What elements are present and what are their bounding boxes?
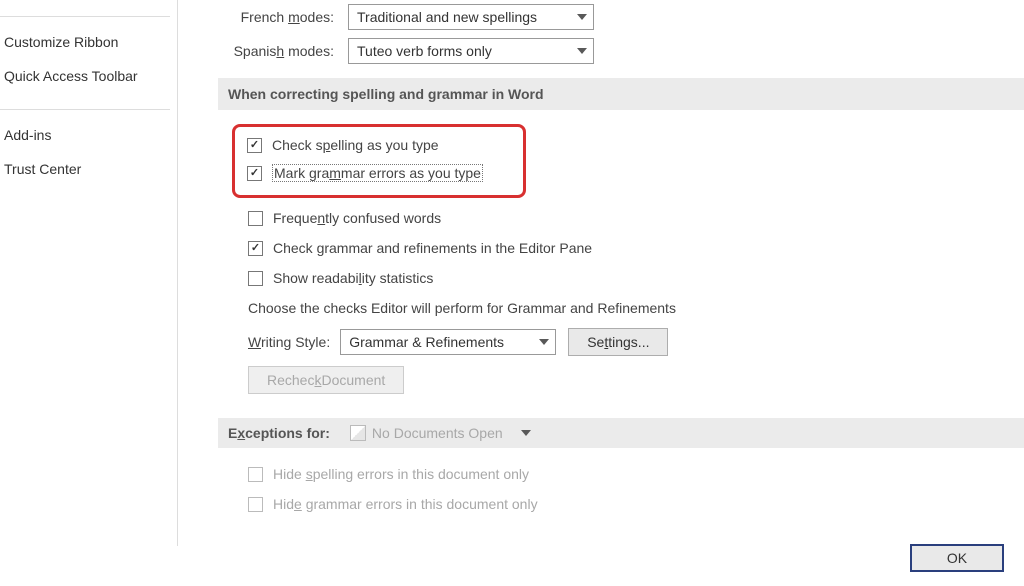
chevron-down-icon <box>577 14 587 20</box>
show-readability-label: Show readability statistics <box>273 270 433 286</box>
hide-grammar-errors-label: Hide grammar errors in this document onl… <box>273 496 538 512</box>
sidebar-item-label: Add-ins <box>4 127 51 143</box>
sidebar-divider <box>0 16 170 17</box>
exceptions-for-header: Exceptions for: No Documents Open <box>218 418 1024 448</box>
frequently-confused-checkbox[interactable] <box>248 211 263 226</box>
spanish-modes-dropdown[interactable]: Tuteo verb forms only <box>348 38 594 64</box>
spanish-modes-label: Spanish modes: <box>218 43 348 59</box>
sidebar-item-quick-access-toolbar[interactable]: Quick Access Toolbar <box>0 59 177 93</box>
check-spelling-row: Check spelling as you type <box>247 137 511 153</box>
section-header-spelling-grammar: When correcting spelling and grammar in … <box>218 78 1024 110</box>
settings-button[interactable]: Settings... <box>568 328 668 356</box>
check-grammar-editor-checkbox[interactable] <box>248 241 263 256</box>
ok-button[interactable]: OK <box>910 544 1004 572</box>
french-modes-dropdown[interactable]: Traditional and new spellings <box>348 4 594 30</box>
hide-spelling-errors-checkbox <box>248 467 263 482</box>
document-icon <box>350 425 366 441</box>
hide-grammar-errors-row: Hide grammar errors in this document onl… <box>248 496 1024 512</box>
choose-checks-text: Choose the checks Editor will perform fo… <box>248 300 1024 316</box>
show-readability-checkbox[interactable] <box>248 271 263 286</box>
chevron-down-icon <box>539 339 549 345</box>
sidebar-item-trust-center[interactable]: Trust Center <box>0 152 177 186</box>
spanish-modes-row: Spanish modes: Tuteo verb forms only <box>218 38 1024 64</box>
sidebar: Customize Ribbon Quick Access Toolbar Ad… <box>0 0 178 546</box>
exceptions-title: Exceptions for: <box>228 425 330 441</box>
writing-style-row: Writing Style: Grammar & Refinements Set… <box>248 328 1024 356</box>
dropdown-value: Traditional and new spellings <box>357 9 537 25</box>
sidebar-item-label: Customize Ribbon <box>4 34 118 50</box>
exceptions-dropdown[interactable]: No Documents Open <box>372 425 503 441</box>
frequently-confused-label: Frequently confused words <box>273 210 441 226</box>
mark-grammar-row: Mark grammar errors as you type <box>247 165 511 181</box>
dropdown-value: Grammar & Refinements <box>349 334 504 350</box>
chevron-down-icon <box>521 430 531 436</box>
hide-spelling-errors-label: Hide spelling errors in this document on… <box>273 466 529 482</box>
check-grammar-editor-label: Check grammar and refinements in the Edi… <box>273 240 592 256</box>
hide-spelling-errors-row: Hide spelling errors in this document on… <box>248 466 1024 482</box>
check-spelling-checkbox[interactable] <box>247 138 262 153</box>
show-readability-row: Show readability statistics <box>248 270 1024 286</box>
recheck-document-button: Recheck Document <box>248 366 404 394</box>
sidebar-item-add-ins[interactable]: Add-ins <box>0 118 177 152</box>
sidebar-item-label: Trust Center <box>4 161 81 177</box>
french-modes-label: French modes: <box>218 9 348 25</box>
sidebar-divider <box>0 109 170 110</box>
hide-grammar-errors-checkbox <box>248 497 263 512</box>
dropdown-value: Tuteo verb forms only <box>357 43 492 59</box>
check-spelling-label: Check spelling as you type <box>272 137 439 153</box>
sidebar-item-label: Quick Access Toolbar <box>4 68 138 84</box>
main-content: French modes: Traditional and new spelli… <box>190 0 1024 546</box>
writing-style-dropdown[interactable]: Grammar & Refinements <box>340 329 556 355</box>
sidebar-item-customize-ribbon[interactable]: Customize Ribbon <box>0 25 177 59</box>
highlighted-options: Check spelling as you type Mark grammar … <box>232 124 526 198</box>
chevron-down-icon <box>577 48 587 54</box>
mark-grammar-checkbox[interactable] <box>247 166 262 181</box>
mark-grammar-label: Mark grammar errors as you type <box>272 165 483 181</box>
french-modes-row: French modes: Traditional and new spelli… <box>218 4 1024 30</box>
writing-style-label: Writing Style: <box>248 334 330 350</box>
frequently-confused-row: Frequently confused words <box>248 210 1024 226</box>
check-grammar-editor-row: Check grammar and refinements in the Edi… <box>248 240 1024 256</box>
